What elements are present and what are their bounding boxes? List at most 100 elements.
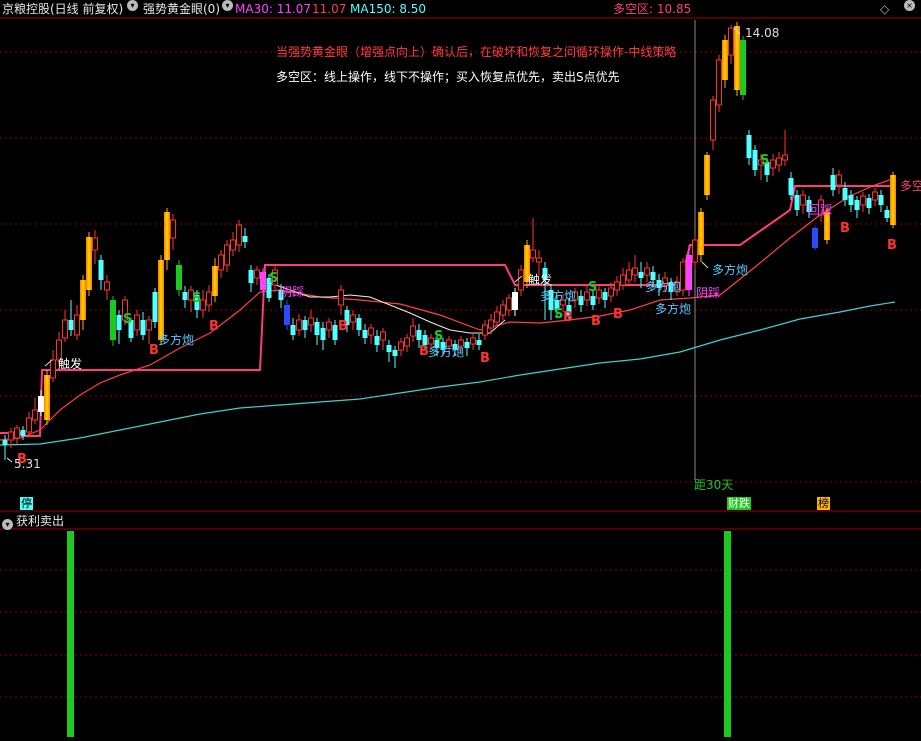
candle-body xyxy=(590,296,596,305)
candle-body xyxy=(380,331,386,341)
duofangpao-label: 多方炮 xyxy=(158,332,194,347)
candle-body xyxy=(470,337,476,345)
candle-body xyxy=(98,260,104,280)
candle-body xyxy=(134,314,140,331)
candle-body xyxy=(86,237,92,290)
candle-body xyxy=(404,337,410,347)
ju30-label: 距30天 xyxy=(694,478,733,492)
candle-body xyxy=(392,350,398,356)
candle-body xyxy=(488,319,494,329)
profit-sell-bar xyxy=(724,531,731,737)
candle-body xyxy=(638,272,644,278)
candle-body xyxy=(536,257,542,263)
candle-body xyxy=(740,40,746,95)
candle-body xyxy=(296,319,302,331)
candle-body xyxy=(500,304,506,316)
b-mark: B xyxy=(613,307,623,322)
candle-body xyxy=(68,320,74,330)
candle-body xyxy=(158,260,164,340)
candle-body xyxy=(878,195,884,205)
candle-body xyxy=(746,135,752,158)
yinsai-label: 阴踩 xyxy=(280,285,304,299)
s-mark: S xyxy=(760,153,769,168)
candle-body xyxy=(494,311,500,323)
candle-body xyxy=(650,272,656,280)
candle-body xyxy=(308,317,314,326)
candle-body xyxy=(206,291,212,306)
chufa-label: 触发 xyxy=(58,356,82,371)
candle-body xyxy=(842,188,848,200)
candle-body xyxy=(92,237,98,251)
candle-body xyxy=(620,274,626,286)
candle-body xyxy=(698,212,704,255)
candle-body xyxy=(578,296,584,305)
b-mark: B xyxy=(840,221,850,236)
candle-body xyxy=(410,325,416,337)
candle-body xyxy=(482,324,488,336)
candle-body xyxy=(848,195,854,205)
candle-body xyxy=(632,267,638,276)
candle-body xyxy=(626,269,632,281)
candle-body xyxy=(890,175,896,225)
candle-body xyxy=(350,314,356,323)
candle-body xyxy=(704,155,710,195)
candle-body xyxy=(230,239,236,251)
candle-body xyxy=(290,325,296,335)
sub-panel-title[interactable]: 获利卖出 xyxy=(16,513,64,529)
candle-body xyxy=(860,195,866,206)
candle-body xyxy=(812,228,818,248)
candle-body xyxy=(686,255,692,290)
candle-body xyxy=(722,40,728,80)
duofangpao-label: 多方炮 xyxy=(540,288,576,303)
candle-body xyxy=(242,236,248,242)
candle-body xyxy=(362,330,368,338)
candle-body xyxy=(800,194,806,206)
candle-body xyxy=(680,261,686,291)
chufa-label: 触发 xyxy=(528,272,552,287)
huicai-label: 回踩 xyxy=(808,203,832,217)
candle-body xyxy=(428,337,434,345)
candle-body xyxy=(110,300,116,340)
duofangpao-label: 多方炮 xyxy=(645,279,681,294)
b-mark: B xyxy=(591,314,601,329)
candle-body xyxy=(284,305,290,325)
candle-body xyxy=(614,281,620,291)
candle-body xyxy=(398,341,404,351)
candle-body xyxy=(212,266,218,296)
candle-body xyxy=(872,191,878,201)
candle-body xyxy=(8,431,14,441)
b-mark: B xyxy=(887,238,897,253)
candle-body xyxy=(602,292,608,300)
candle-body xyxy=(692,239,698,263)
candle-body xyxy=(32,409,38,421)
candle-body xyxy=(62,319,68,339)
candle-body xyxy=(80,280,86,320)
candle-body xyxy=(236,224,242,246)
candle-body xyxy=(884,210,890,218)
candle-body xyxy=(218,254,224,271)
candle-body xyxy=(20,430,26,436)
sub-indicator-dropdown-icon[interactable]: ▾ xyxy=(2,515,13,531)
candle-body xyxy=(104,281,110,291)
b-mark: B xyxy=(563,310,573,325)
kline-chart[interactable]: B B B B B B B B B B B S S S S S S S 触发 触… xyxy=(0,0,921,741)
candle-body xyxy=(476,340,482,345)
s-mark: S xyxy=(269,271,278,286)
candle-body xyxy=(170,219,176,239)
candle-body xyxy=(770,159,776,169)
candle-body xyxy=(26,417,32,433)
candle-body xyxy=(374,336,380,345)
candle-body xyxy=(38,396,44,412)
candle-body xyxy=(50,359,56,379)
candle-body xyxy=(140,320,146,335)
tag-halt: 停 xyxy=(20,497,33,510)
yinsai-label: 阴踩 xyxy=(696,286,720,300)
b-mark: B xyxy=(338,319,348,334)
candle-body xyxy=(2,440,8,445)
candle-body xyxy=(326,321,332,331)
candle-body xyxy=(320,328,326,340)
price-low-label: 5.31 xyxy=(14,457,41,471)
s-mark: S xyxy=(588,280,597,295)
text-marks: 触发 触发 多方炮 多方炮 多方炮 多方炮 多方炮 多方炮 阴踩 阴踩 回踩 多… xyxy=(14,26,921,492)
candle-body xyxy=(254,269,260,279)
